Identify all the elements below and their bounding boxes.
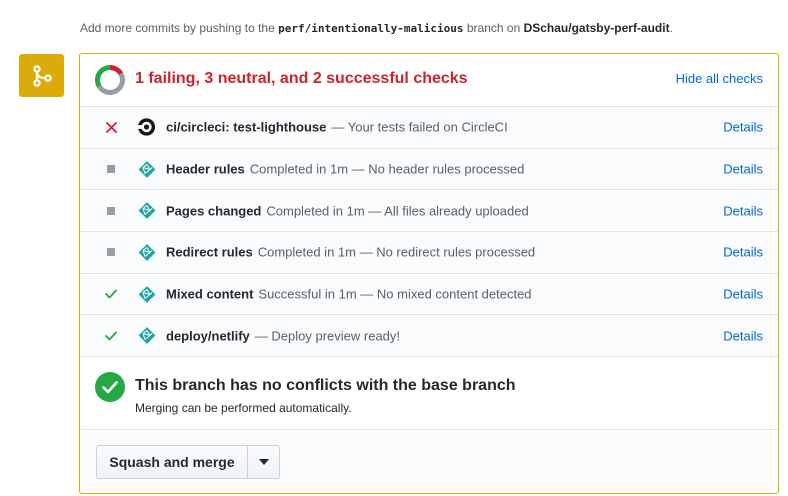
check-description: Successful in 1m — No mixed content dete…: [258, 286, 532, 302]
hide-all-checks-link[interactable]: Hide all checks: [676, 71, 763, 86]
square-icon: [104, 162, 118, 176]
netlify-icon: [137, 160, 156, 179]
netlify-icon: [137, 201, 156, 220]
check-text: Pages changed Completed in 1m — All files…: [166, 203, 529, 218]
check-name: deploy/netlify: [166, 328, 250, 344]
git-merge-icon: [19, 54, 64, 97]
repo-name: DSchau/gatsby-perf-audit: [523, 21, 670, 35]
triangle-down-icon: [258, 459, 269, 465]
check-icon: [104, 329, 118, 343]
netlify-icon: [137, 285, 156, 304]
check-row: ci/circleci: test-lighthouse — Your tests…: [80, 107, 778, 149]
check-icon: [104, 287, 118, 301]
check-text: ci/circleci: test-lighthouse — Your tests…: [166, 120, 508, 135]
merge-box: 1 failing, 3 neutral, and 2 successful c…: [79, 53, 779, 494]
check-row: Header rules Completed in 1m — No header …: [80, 149, 778, 191]
check-details-link[interactable]: Details: [723, 287, 763, 302]
netlify-icon: [137, 243, 156, 262]
check-details-link[interactable]: Details: [723, 162, 763, 177]
check-row: Redirect rules Completed in 1m — No redir…: [80, 232, 778, 274]
check-text: Header rules Completed in 1m — No header …: [166, 162, 524, 177]
check-name: Pages changed: [166, 203, 262, 219]
branch-status-subtitle: Merging can be performed automatically.: [135, 401, 352, 415]
square-icon: [104, 245, 118, 259]
merge-method-dropdown-button[interactable]: [247, 445, 280, 479]
square-icon: [104, 204, 118, 218]
check-text: Mixed content Successful in 1m — No mixed…: [166, 287, 532, 302]
check-row: deploy/netlify — Deploy preview ready! Det…: [80, 315, 778, 358]
check-name: ci/circleci: test-lighthouse: [166, 119, 327, 135]
check-name: Header rules: [166, 161, 245, 177]
check-name: Mixed content: [166, 286, 254, 302]
branch-status-title: This branch has no conflicts with the ba…: [135, 377, 516, 394]
donut-failing-segment: [109, 65, 123, 76]
donut-neutral-segment: [97, 72, 125, 95]
netlify-icon: [137, 326, 156, 345]
check-details-link[interactable]: Details: [723, 203, 763, 218]
check-text: deploy/netlify — Deploy preview ready!: [166, 328, 400, 343]
branch-name: perf/intentionally-malicious: [278, 22, 464, 35]
push-instructions-prefix: Add more commits by pushing to the: [80, 21, 279, 35]
check-description: Completed in 1m — All files already uplo…: [266, 203, 529, 219]
checks-status-donut-icon: [95, 65, 125, 95]
check-text: Redirect rules Completed in 1m — No redir…: [166, 245, 535, 260]
branch-status-section: This branch has no conflicts with the ba…: [80, 357, 778, 430]
donut-success-segment: [95, 65, 111, 88]
squash-and-merge-button[interactable]: Squash and merge: [96, 445, 248, 479]
push-instructions-middle: branch on: [463, 21, 524, 35]
check-row: Mixed content Successful in 1m — No mixed…: [80, 274, 778, 316]
check-description: — Your tests failed on CircleCI: [331, 119, 508, 135]
checks-summary-header: 1 failing, 3 neutral, and 2 successful c…: [80, 54, 778, 107]
checks-list: ci/circleci: test-lighthouse — Your tests…: [80, 107, 778, 358]
push-instructions-suffix: .: [669, 21, 673, 35]
check-details-link[interactable]: Details: [723, 245, 763, 260]
check-circle-icon: [95, 372, 125, 402]
check-description: Completed in 1m — No redirect rules proc…: [257, 244, 536, 260]
check-details-link[interactable]: Details: [723, 328, 763, 343]
check-name: Redirect rules: [166, 244, 253, 260]
push-instructions: Add more commits by pushing to the perf/…: [80, 21, 673, 35]
x-icon: [104, 120, 118, 134]
check-details-link[interactable]: Details: [723, 120, 763, 135]
check-row: Pages changed Completed in 1m — All files…: [80, 190, 778, 233]
merge-actions: Squash and merge: [80, 431, 778, 493]
check-description: Completed in 1m — No header rules proces…: [249, 161, 525, 177]
checks-summary-title: 1 failing, 3 neutral, and 2 successful c…: [135, 70, 468, 87]
circleci-icon: [137, 118, 156, 137]
check-description: — Deploy preview ready!: [254, 328, 401, 344]
